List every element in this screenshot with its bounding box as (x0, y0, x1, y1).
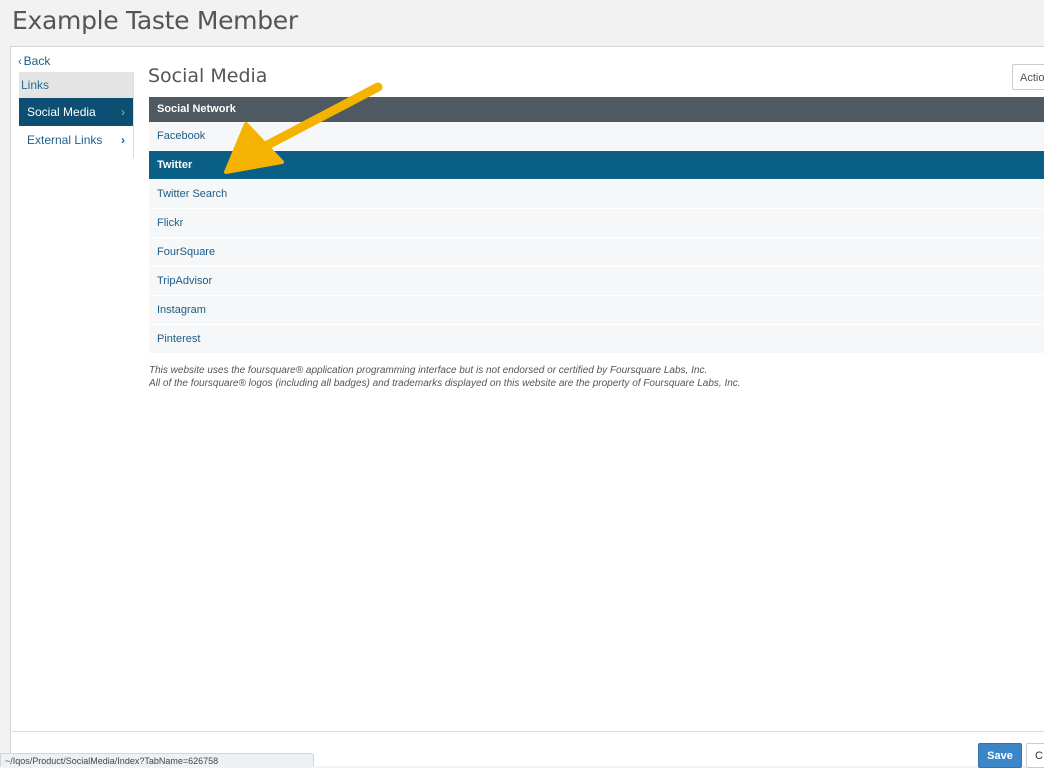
footer-divider (10, 731, 1044, 732)
back-link[interactable]: ‹ Back (18, 54, 50, 68)
foursquare-disclaimer: This website uses the foursquare® applic… (149, 364, 741, 390)
status-bar-url: ~/Iqos/Product/SocialMedia/Index?TabName… (0, 753, 314, 766)
sidebar-header: Links (19, 72, 133, 98)
table-row-instagram[interactable]: Instagram (149, 296, 1044, 325)
sidebar: Links Social Media › External Links › (19, 72, 133, 154)
back-label: Back (23, 54, 51, 68)
table-row-twitter-search[interactable]: Twitter Search (149, 180, 1044, 209)
sidebar-divider (133, 72, 134, 158)
disclaimer-line: This website uses the foursquare® applic… (149, 365, 708, 376)
sidebar-item-social-media[interactable]: Social Media › (19, 98, 133, 126)
table-row-facebook[interactable]: Facebook (149, 122, 1044, 151)
social-network-table: Social Network Facebook Twitter Twitter … (149, 97, 1044, 354)
section-title: Social Media (148, 65, 268, 87)
sidebar-item-label: External Links (27, 133, 103, 147)
table-row-tripadvisor[interactable]: TripAdvisor (149, 267, 1044, 296)
column-header-social-network[interactable]: Social Network (149, 97, 1044, 122)
table-row-twitter[interactable]: Twitter (149, 151, 1044, 180)
disclaimer-line: All of the foursquare® logos (including … (149, 378, 741, 389)
table-row-flickr[interactable]: Flickr (149, 209, 1044, 238)
chevron-right-icon: › (121, 105, 125, 119)
save-button[interactable]: Save (978, 743, 1022, 768)
sidebar-item-label: Social Media (27, 105, 96, 119)
chevron-left-icon: ‹ (18, 56, 22, 68)
cancel-button[interactable]: C (1026, 743, 1044, 768)
table-row-pinterest[interactable]: Pinterest (149, 325, 1044, 354)
table-row-foursquare[interactable]: FourSquare (149, 238, 1044, 267)
page-title: Example Taste Member (12, 6, 298, 35)
chevron-right-icon: › (121, 133, 125, 147)
actions-button[interactable]: Actio (1012, 64, 1044, 90)
sidebar-item-external-links[interactable]: External Links › (19, 126, 133, 154)
